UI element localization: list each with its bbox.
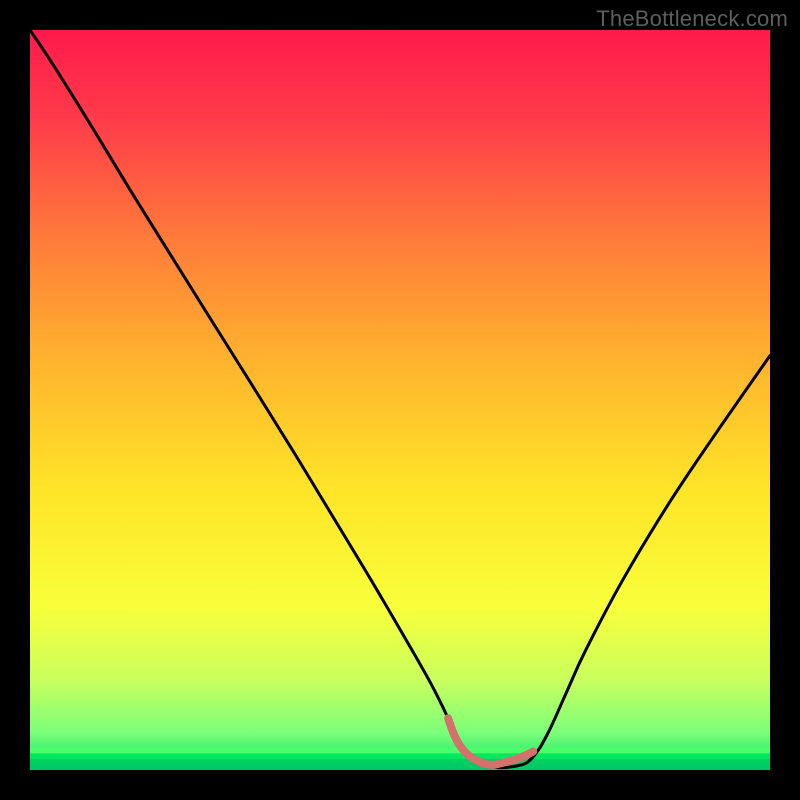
chart-frame: TheBottleneck.com	[0, 0, 800, 800]
curve-layer	[30, 30, 770, 770]
bottleneck-curve	[30, 30, 770, 768]
watermark-text: TheBottleneck.com	[596, 6, 788, 32]
plot-area	[30, 30, 770, 770]
valley-highlight	[448, 718, 533, 765]
